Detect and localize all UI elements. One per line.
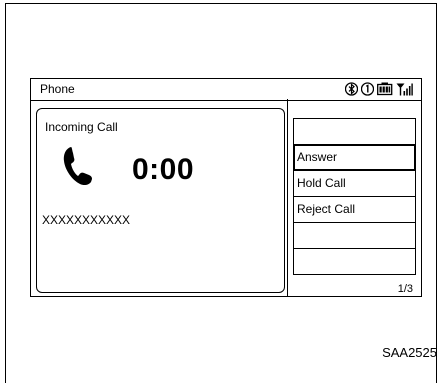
call-action-menu: Answer Hold Call Reject Call: [293, 118, 416, 275]
call-status-label: Incoming Call: [45, 120, 118, 134]
reject-call-button[interactable]: Reject Call: [293, 196, 416, 223]
menu-item-empty-1: [293, 118, 416, 145]
menu-divider: [287, 99, 288, 297]
info-icon: [361, 82, 374, 96]
hold-call-button[interactable]: Hold Call: [293, 170, 416, 197]
caller-number: XXXXXXXXXXX: [42, 213, 131, 227]
answer-button[interactable]: Answer: [293, 144, 416, 171]
status-icons: [345, 82, 413, 96]
menu-item-empty-3: [293, 248, 416, 275]
page-indicator: 1/3: [397, 283, 413, 295]
phone-screen: Phone Incoming Call 0:00 XXXXXXXXXXX Ans…: [30, 78, 422, 297]
signal-icon: [396, 82, 413, 96]
figure-code: SAA2525: [382, 345, 437, 360]
screen-title: Phone: [40, 82, 75, 96]
call-timer: 0:00: [132, 153, 195, 186]
bluetooth-icon: [345, 82, 358, 96]
menu-item-empty-2: [293, 222, 416, 249]
title-bar: Phone: [31, 79, 421, 101]
call-info-panel: Incoming Call 0:00 XXXXXXXXXXX: [36, 108, 285, 293]
battery-icon: [377, 82, 393, 96]
phone-handset-icon: [60, 145, 94, 192]
